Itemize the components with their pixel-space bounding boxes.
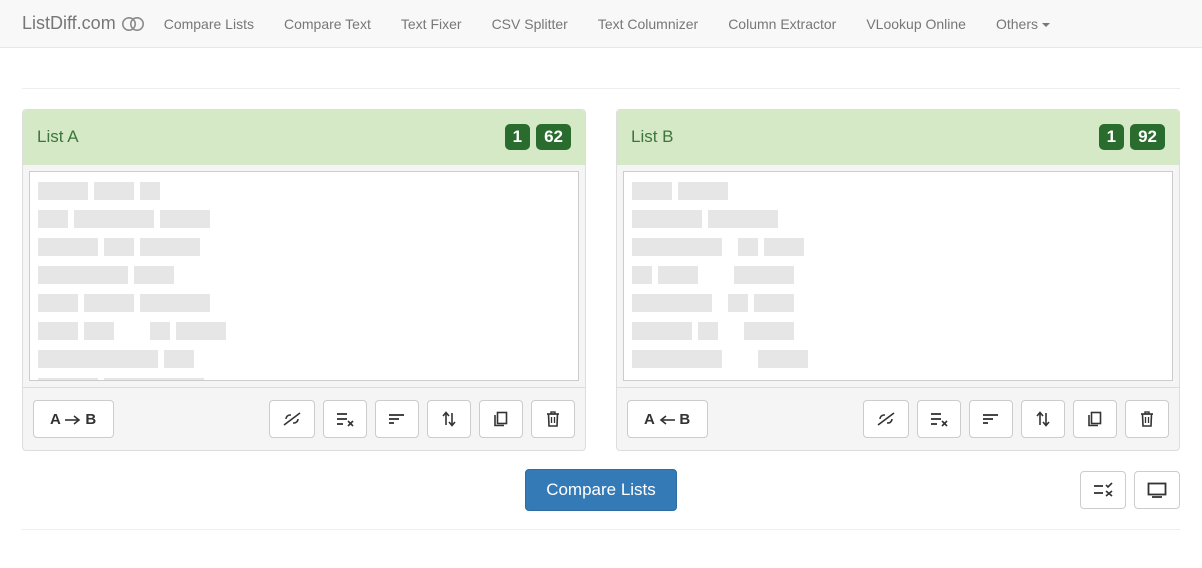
nav-others-dropdown[interactable]: Others [996, 16, 1050, 32]
panel-a-row-count: 62 [536, 124, 571, 150]
trash-icon [546, 411, 560, 427]
nav-text-fixer[interactable]: Text Fixer [401, 16, 462, 32]
sort-icon [388, 412, 406, 426]
panel-a-header: List A 1 62 [23, 110, 585, 165]
venn-icon [122, 16, 144, 32]
arrow-right-icon [65, 415, 81, 425]
unlink-a-button[interactable] [269, 400, 315, 438]
dedup-b-button[interactable] [917, 400, 961, 438]
remove-duplicates-icon [930, 411, 948, 427]
brand-text: ListDiff.com [22, 13, 116, 34]
divider-top [22, 88, 1180, 89]
sort-icon [982, 412, 1000, 426]
options-button[interactable] [1080, 471, 1126, 509]
clear-a-button[interactable] [531, 400, 575, 438]
nav-compare-text[interactable]: Compare Text [284, 16, 371, 32]
nav-text-columnizer[interactable]: Text Columnizer [598, 16, 698, 32]
move-label-b: B [679, 411, 690, 428]
nav-column-extractor[interactable]: Column Extractor [728, 16, 836, 32]
move-label-a: A [50, 411, 61, 428]
brand[interactable]: ListDiff.com [22, 13, 144, 34]
layout-button[interactable] [1134, 471, 1180, 509]
unlink-icon [876, 411, 896, 427]
swap-vertical-icon [1035, 411, 1051, 427]
panel-list-b: List B 1 92 [616, 109, 1180, 451]
trash-icon [1140, 411, 1154, 427]
list-a-textarea[interactable] [29, 171, 579, 381]
panel-b-row-count: 92 [1130, 124, 1165, 150]
panel-b-badges: 1 92 [1099, 124, 1165, 150]
nav-compare-lists[interactable]: Compare Lists [164, 16, 254, 32]
move-label-a: A [644, 411, 655, 428]
clear-b-button[interactable] [1125, 400, 1169, 438]
unlink-icon [282, 411, 302, 427]
list-b-content-redacted [624, 172, 1172, 381]
dedup-a-button[interactable] [323, 400, 367, 438]
compare-lists-button[interactable]: Compare Lists [525, 469, 677, 511]
move-label-b: B [85, 411, 96, 428]
copy-a-button[interactable] [479, 400, 523, 438]
panel-list-a: List A 1 62 [22, 109, 586, 451]
navbar: ListDiff.com Compare Lists Compare Text … [0, 0, 1202, 48]
remove-duplicates-icon [336, 411, 354, 427]
panel-b-title: List B [631, 127, 674, 147]
list-b-textarea[interactable] [623, 171, 1173, 381]
panel-b-header: List B 1 92 [617, 110, 1179, 165]
monitor-icon [1147, 482, 1167, 498]
panel-a-badges: 1 62 [505, 124, 571, 150]
nav-links: Compare Lists Compare Text Text Fixer CS… [164, 16, 1050, 32]
nav-vlookup-online[interactable]: VLookup Online [866, 16, 966, 32]
checklist-icon [1093, 482, 1113, 498]
panel-b-col-count: 1 [1099, 124, 1124, 150]
divider-bottom [22, 529, 1180, 530]
panel-a-col-count: 1 [505, 124, 530, 150]
copy-icon [493, 411, 509, 427]
list-a-content-redacted [30, 172, 578, 381]
sort-a-button[interactable] [375, 400, 419, 438]
sort-b-button[interactable] [969, 400, 1013, 438]
unlink-b-button[interactable] [863, 400, 909, 438]
swap-vertical-icon [441, 411, 457, 427]
copy-b-button[interactable] [1073, 400, 1117, 438]
move-a-to-b-button[interactable]: A B [33, 400, 114, 438]
move-b-to-a-button[interactable]: A B [627, 400, 708, 438]
swap-b-button[interactable] [1021, 400, 1065, 438]
nav-csv-splitter[interactable]: CSV Splitter [492, 16, 568, 32]
panel-a-title: List A [37, 127, 79, 147]
swap-a-button[interactable] [427, 400, 471, 438]
arrow-left-icon [659, 415, 675, 425]
panel-a-footer: A B [23, 387, 585, 450]
panel-b-footer: A B [617, 387, 1179, 450]
copy-icon [1087, 411, 1103, 427]
